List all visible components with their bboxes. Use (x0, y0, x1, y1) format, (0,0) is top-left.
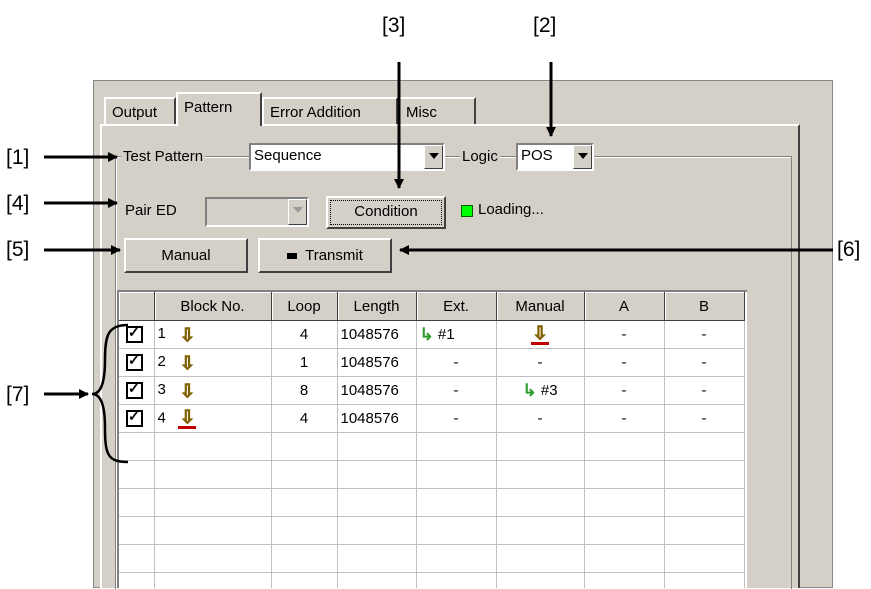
tab-pattern[interactable]: Pattern (176, 92, 262, 126)
bracket-7 (91, 323, 129, 464)
callout-arrows (44, 62, 833, 464)
